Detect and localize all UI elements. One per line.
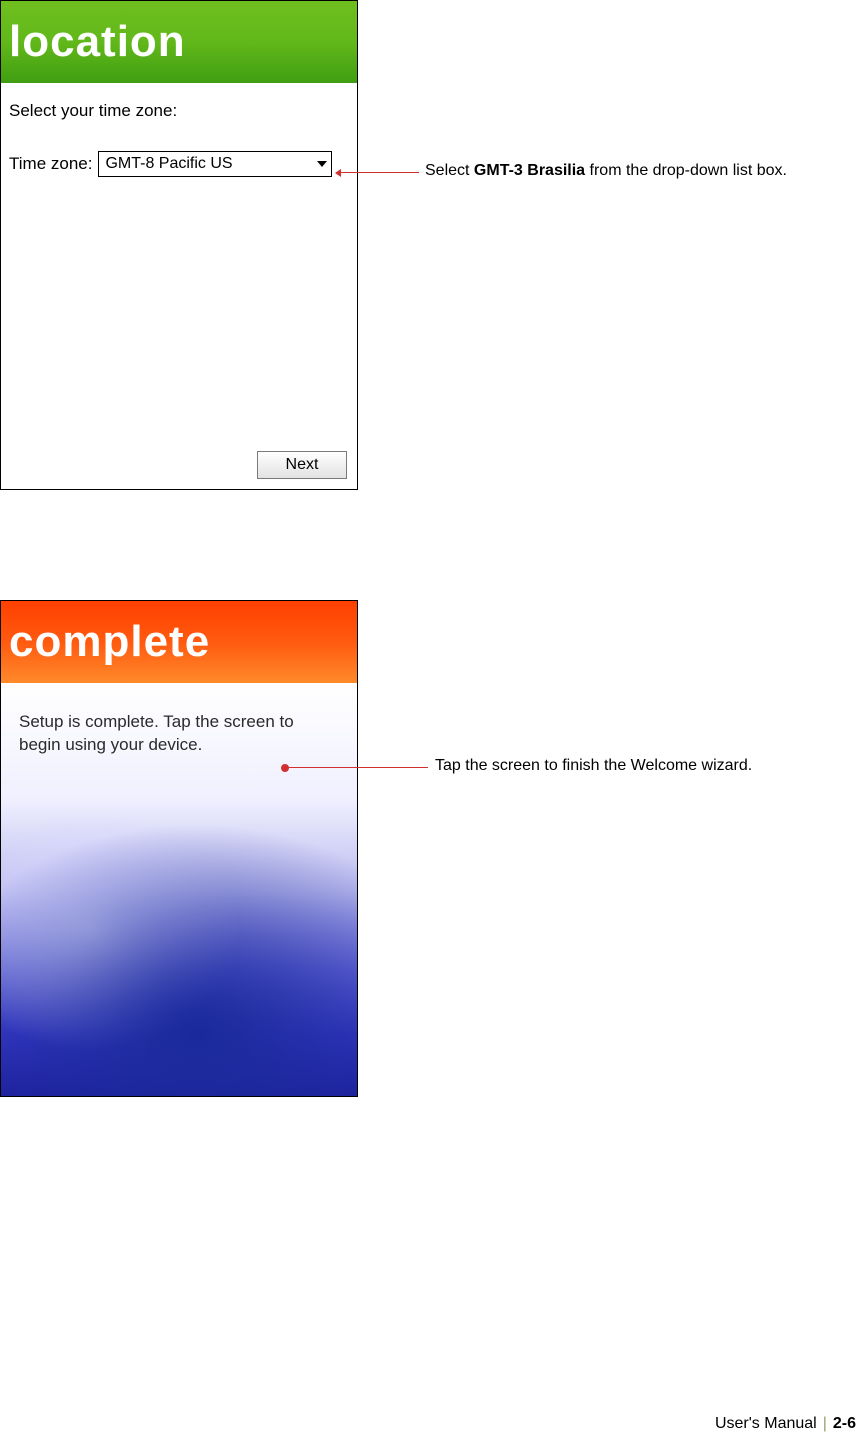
callout-1: Select GMT-3 Brasilia from the drop-down… bbox=[425, 162, 787, 180]
complete-message: Setup is complete. Tap the screen to beg… bbox=[19, 711, 337, 757]
callout-1-post: from the drop-down list box. bbox=[585, 162, 787, 179]
timezone-value: GMT-8 Pacific US bbox=[105, 155, 232, 173]
timezone-row: Time zone: GMT-8 Pacific US bbox=[9, 151, 357, 177]
next-button[interactable]: Next bbox=[257, 451, 347, 479]
callout-1-pre: Select bbox=[425, 162, 474, 179]
callout-2: Tap the screen to finish the Welcome wiz… bbox=[435, 757, 752, 775]
location-header: location bbox=[1, 1, 357, 83]
footer-page: 2-6 bbox=[833, 1415, 856, 1432]
location-body: Select your time zone: Time zone: GMT-8 … bbox=[1, 83, 357, 177]
page-footer: User's Manual | 2-6 bbox=[715, 1415, 856, 1433]
timezone-label: Time zone: bbox=[9, 154, 92, 174]
callout-leader-1 bbox=[339, 172, 419, 173]
timezone-dropdown[interactable]: GMT-8 Pacific US bbox=[98, 151, 332, 177]
footer-divider: | bbox=[823, 1415, 827, 1432]
complete-screen[interactable]: complete Setup is complete. Tap the scre… bbox=[0, 600, 358, 1097]
location-title: location bbox=[9, 17, 186, 67]
location-screen: location Select your time zone: Time zon… bbox=[0, 0, 358, 490]
complete-body[interactable]: Setup is complete. Tap the screen to beg… bbox=[1, 683, 357, 1096]
footer-manual: User's Manual bbox=[715, 1415, 817, 1432]
callout-leader-2 bbox=[288, 767, 428, 768]
complete-title: complete bbox=[9, 617, 210, 667]
chevron-down-icon bbox=[317, 161, 327, 167]
next-button-label: Next bbox=[286, 456, 319, 474]
complete-header: complete bbox=[1, 601, 357, 683]
callout-1-bold: GMT-3 Brasilia bbox=[474, 162, 585, 179]
timezone-prompt: Select your time zone: bbox=[9, 101, 357, 121]
